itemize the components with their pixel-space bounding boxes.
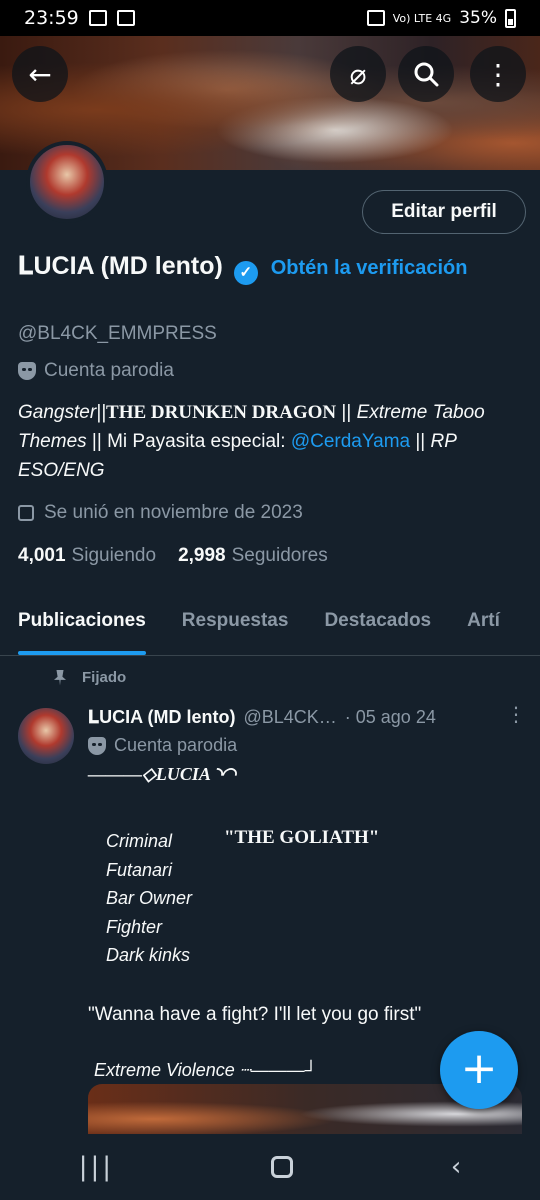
post-parody-text: Cuenta parodia: [114, 735, 238, 755]
post-author-name[interactable]: 𝐋UCIA (MD lento): [88, 707, 235, 728]
followers-count: 2,998: [178, 545, 226, 566]
search-icon: [414, 62, 439, 87]
bio-text: ||: [410, 431, 431, 452]
post-author-handle[interactable]: @BL4CK…: [243, 707, 336, 728]
verified-badge-icon[interactable]: ✓: [233, 261, 258, 285]
following-count: 4,001: [18, 545, 66, 566]
profile-handle: @BL4CK_EMMPRESS: [18, 323, 217, 344]
post-body[interactable]: ———◇LUCIA ◝◜◝ Criminal Futanari Bar Owne…: [88, 764, 508, 1081]
profile-name-line: 𝐋UCIA (MD lento) ✓ Obtén la verificación: [18, 249, 518, 285]
followers-label: Seguidores: [231, 545, 328, 566]
battery-percent: 35%: [459, 8, 497, 28]
tab-replies[interactable]: Respuestas: [164, 596, 307, 655]
post-quote: "Wanna have a fight? I'll let you go fir…: [88, 1003, 422, 1025]
gallery-icon: [88, 10, 107, 26]
post-roles-block: Criminal Futanari Bar Owner Fighter Dark…: [88, 827, 508, 970]
role-item: Futanari: [106, 859, 173, 880]
role-item: Criminal: [106, 831, 173, 851]
pinned-indicator: Fijado: [54, 669, 126, 686]
followers-link[interactable]: 2,998 Seguidores: [178, 545, 328, 567]
post-goliath-title: "THE GOLIATH": [224, 827, 380, 848]
slashed-circle-icon: ⌀: [349, 57, 367, 91]
recents-button[interactable]: |||: [79, 1152, 114, 1182]
joined-text: Se unió en noviembre de 2023: [44, 502, 303, 523]
role-item: Dark kinks: [106, 945, 191, 965]
follow-stats: 4,001 Siguiendo 2,998 Seguidores: [18, 545, 328, 567]
search-button[interactable]: [398, 46, 454, 102]
clock: 23:59: [24, 7, 79, 29]
parody-text: Cuenta parodia: [44, 360, 174, 381]
pin-icon: [54, 669, 66, 686]
parody-label: Cuenta parodia: [18, 360, 174, 382]
network-indicator: Vo) LTE 4G: [392, 11, 452, 25]
plus-icon: +: [460, 1043, 498, 1094]
tab-articles[interactable]: Artí: [449, 596, 518, 655]
tab-posts[interactable]: Publicaciones: [0, 596, 164, 655]
bio-text: THE DRUNKEN DRAGON: [106, 402, 337, 423]
mask-icon: [88, 736, 106, 755]
display-name: 𝐋UCIA (MD lento): [18, 252, 223, 280]
post-avatar[interactable]: [18, 708, 74, 764]
post-parody-label: Cuenta parodia: [88, 735, 237, 756]
status-bar: 23:59 Vo) LTE 4G 35%: [0, 0, 540, 36]
post-date[interactable]: · 05 ago 24: [345, 707, 436, 728]
get-verified-link[interactable]: Obtén la verificación: [271, 257, 468, 279]
back-button[interactable]: ←: [12, 46, 68, 102]
post-header: 𝐋UCIA (MD lento) @BL4CK… · 05 ago 24: [88, 707, 528, 728]
compose-post-button[interactable]: +: [440, 1031, 518, 1109]
android-nav-bar: ||| ‹: [0, 1134, 540, 1200]
role-item: Bar Owner: [106, 888, 193, 908]
profile-avatar[interactable]: [26, 141, 108, 223]
calendar-icon: [18, 505, 34, 521]
pinned-label: Fijado: [82, 669, 127, 686]
facebook-icon: [116, 10, 135, 26]
bio-mention-link[interactable]: @CerdaYama: [291, 431, 410, 452]
post-deco-line: ———◇LUCIA ◝◜◝: [88, 764, 236, 784]
edit-profile-button[interactable]: Editar perfil: [362, 190, 526, 234]
following-link[interactable]: 4,001 Siguiendo: [18, 545, 156, 567]
tab-highlights[interactable]: Destacados: [306, 596, 449, 655]
more-vertical-icon: ⋮: [484, 57, 512, 91]
back-nav-button[interactable]: ‹: [451, 1152, 461, 1182]
bio-text: || Mi Payasita especial:: [86, 431, 291, 452]
profile-tabs: Publicaciones Respuestas Destacados Artí: [0, 596, 540, 656]
arrow-left-icon: ←: [28, 57, 52, 91]
profile-bio: Gangster||THE DRUNKEN DRAGON || Extreme …: [18, 398, 523, 485]
role-item: Fighter: [106, 916, 163, 937]
more-options-button[interactable]: ⋮: [470, 46, 526, 102]
bio-text: Gangster||: [18, 402, 107, 423]
alarm-icon: [366, 10, 385, 26]
post-more-icon[interactable]: ⋮: [506, 704, 526, 724]
bio-text: ||: [336, 402, 357, 423]
battery-icon: [505, 8, 516, 28]
home-button[interactable]: [271, 1156, 294, 1178]
joined-date: Se unió en noviembre de 2023: [18, 502, 303, 524]
roles-list: Criminal Futanari Bar Owner Fighter Dark…: [88, 827, 224, 970]
grok-button[interactable]: ⌀: [330, 46, 386, 102]
mask-icon: [18, 362, 36, 380]
following-label: Siguiendo: [71, 545, 157, 566]
